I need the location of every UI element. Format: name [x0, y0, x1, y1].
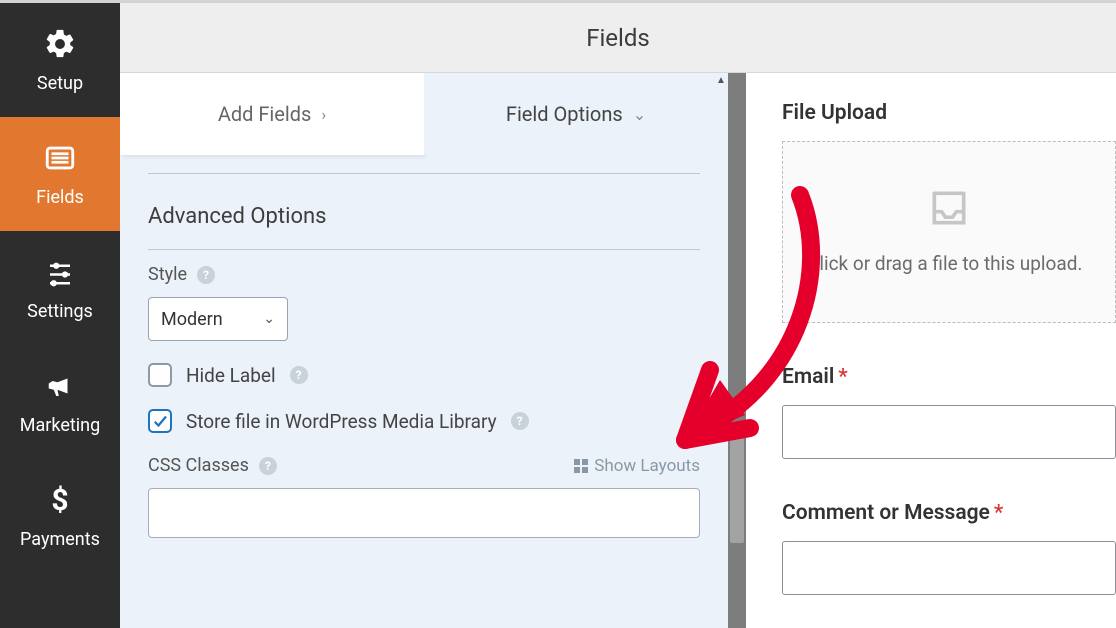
- upload-field-title: File Upload: [782, 101, 1116, 125]
- label-text: Style: [148, 264, 187, 285]
- tab-label: Add Fields: [218, 102, 312, 126]
- sidebar: Setup Fields Settings Marketing $ Paymen…: [0, 3, 120, 628]
- sidebar-item-label: Marketing: [20, 415, 100, 436]
- file-upload-dropzone[interactable]: Click or drag a file to this upload.: [782, 141, 1116, 323]
- tab-add-fields[interactable]: Add Fields ›: [120, 73, 424, 155]
- email-label: Email*: [782, 365, 1116, 389]
- help-icon[interactable]: ?: [197, 266, 215, 284]
- scroll-up-arrow[interactable]: ▲: [714, 73, 728, 87]
- upload-hint: Click or drag a file to this upload.: [807, 250, 1082, 279]
- comment-label: Comment or Message*: [782, 501, 1116, 525]
- show-layouts-button[interactable]: Show Layouts: [574, 456, 700, 476]
- bullhorn-icon: [43, 369, 77, 403]
- store-media-checkbox[interactable]: [148, 409, 172, 433]
- comment-input[interactable]: [782, 541, 1116, 595]
- options-panel: Add Fields › Field Options ⌄ ▲ Advanced …: [120, 73, 746, 628]
- style-field: Style ? Modern ⌄: [148, 264, 700, 341]
- grid-icon: [574, 459, 588, 473]
- chevron-down-icon: ⌄: [633, 105, 646, 124]
- sliders-icon: [43, 255, 77, 289]
- page-title: Fields: [586, 24, 650, 52]
- label-text: CSS Classes: [148, 455, 249, 476]
- comment-field-preview: Comment or Message*: [782, 501, 1116, 595]
- help-icon[interactable]: ?: [290, 366, 308, 384]
- preview-panel: File Upload Click or drag a file to this…: [746, 73, 1116, 628]
- page-header: Fields: [120, 3, 1116, 73]
- main: Add Fields › Field Options ⌄ ▲ Advanced …: [120, 73, 1116, 628]
- scrollbar-thumb[interactable]: [730, 423, 744, 543]
- inbox-icon: [923, 186, 975, 234]
- sidebar-item-settings[interactable]: Settings: [0, 231, 120, 345]
- sidebar-item-payments[interactable]: $ Payments: [0, 459, 120, 573]
- store-media-text: Store file in WordPress Media Library: [186, 410, 497, 433]
- help-icon[interactable]: ?: [511, 412, 529, 430]
- required-asterisk: *: [838, 365, 847, 389]
- style-select[interactable]: Modern ⌄: [148, 297, 288, 341]
- sidebar-item-setup[interactable]: Setup: [0, 3, 120, 117]
- sidebar-item-fields[interactable]: Fields: [0, 117, 120, 231]
- style-label: Style ?: [148, 264, 700, 285]
- select-value: Modern: [161, 309, 223, 330]
- hide-label-row: Hide Label ?: [148, 363, 700, 387]
- dollar-icon: $: [43, 483, 77, 517]
- sidebar-item-marketing[interactable]: Marketing: [0, 345, 120, 459]
- gear-icon: [43, 27, 77, 61]
- css-classes-label: CSS Classes ?: [148, 455, 277, 476]
- tab-field-options[interactable]: Field Options ⌄: [424, 73, 728, 155]
- section-title: Advanced Options: [148, 174, 700, 249]
- list-icon: [43, 141, 77, 175]
- email-input[interactable]: [782, 405, 1116, 459]
- store-media-row: Store file in WordPress Media Library ?: [148, 409, 700, 433]
- email-field-preview: Email*: [782, 365, 1116, 459]
- css-classes-header: CSS Classes ? Show Layouts: [148, 455, 700, 476]
- hide-label-checkbox[interactable]: [148, 363, 172, 387]
- chevron-down-icon: ⌄: [263, 311, 275, 327]
- chevron-right-icon: ›: [321, 105, 326, 124]
- show-layouts-label: Show Layouts: [594, 456, 700, 476]
- label-text: Comment or Message: [782, 501, 990, 525]
- title-text: File Upload: [782, 101, 887, 125]
- required-asterisk: *: [994, 501, 1003, 525]
- sidebar-item-label: Payments: [20, 529, 100, 550]
- divider: [148, 249, 700, 250]
- css-classes-input[interactable]: [148, 488, 700, 538]
- hide-label-text: Hide Label: [186, 364, 276, 387]
- tab-label: Field Options: [506, 102, 623, 126]
- label-text: Email: [782, 365, 834, 389]
- panel-tabs: Add Fields › Field Options ⌄ ▲: [120, 73, 728, 155]
- sidebar-item-label: Settings: [27, 301, 93, 322]
- advanced-options-section: Advanced Options Style ? Modern ⌄ Hide L…: [120, 173, 728, 538]
- sidebar-item-label: Fields: [36, 187, 84, 208]
- svg-text:$: $: [51, 483, 68, 517]
- help-icon[interactable]: ?: [259, 457, 277, 475]
- sidebar-item-label: Setup: [37, 73, 83, 94]
